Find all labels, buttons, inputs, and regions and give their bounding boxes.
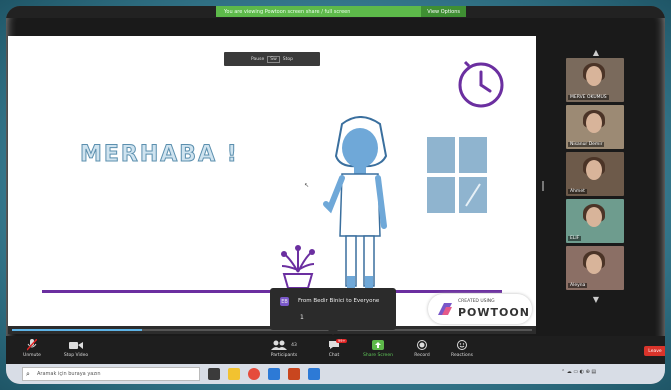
task-view-icon[interactable]: [208, 368, 220, 380]
participants-count: 43: [291, 342, 297, 348]
participant-face: [586, 66, 602, 86]
participants-label: Participants: [270, 353, 298, 358]
plant-pot-illustration: [281, 245, 315, 289]
participant-tiles: MERVE OKUMUS Nisanur Demir Ahmet ELIF Aleyna: [566, 58, 626, 290]
leave-button[interactable]: Leave: [644, 346, 665, 356]
participant-name: Ahmet: [568, 189, 587, 194]
unmute-button[interactable]: Unmute: [12, 339, 52, 358]
reactions-button[interactable]: Reactions: [442, 339, 482, 358]
search-icon: ⌕: [26, 370, 30, 378]
participant-face: [586, 160, 602, 180]
chat-bubble-icon: 99+: [314, 339, 354, 351]
powtoon-badge[interactable]: CREATED USING POWTOON: [428, 294, 532, 324]
top-bar: You are viewing Powtoon screen share / f…: [6, 6, 665, 18]
reactions-smiley-icon: [442, 339, 482, 351]
participant-tile[interactable]: Aleyna: [566, 246, 624, 290]
chat-notification[interactable]: EB From Bedir Binici to Everyone 1: [270, 288, 396, 335]
taskbar-search-input[interactable]: ⌕ Aramak için buraya yazın: [22, 367, 200, 381]
gallery-down-arrow-icon[interactable]: ▼: [566, 293, 626, 305]
reactions-label: Reactions: [451, 353, 473, 358]
video-camera-icon: [56, 339, 96, 351]
progress-fill: [12, 329, 142, 331]
participant-face: [586, 254, 602, 274]
share-banner-text: You are viewing Powtoon screen share / f…: [224, 8, 351, 15]
participant-name: ELIF: [568, 236, 582, 241]
participants-icon: 43: [264, 339, 304, 351]
teacher-character: [323, 116, 388, 290]
participant-tile[interactable]: Nisanur Demir: [566, 105, 624, 149]
participant-name: MERVE OKUMUS: [568, 95, 609, 100]
chat-message: 1: [300, 314, 304, 321]
participant-name: Aleyna: [568, 283, 588, 288]
participant-face: [586, 113, 602, 133]
pause-box-label[interactable]: Sw: [267, 55, 280, 63]
chat-sender: From Bedir Binici to Everyone: [298, 298, 380, 304]
zoom-window: You are viewing Powtoon screen share / f…: [6, 6, 665, 384]
share-screen-button[interactable]: Share Screen: [358, 339, 398, 358]
stop-video-label: Stop Video: [63, 353, 89, 358]
share-screen-icon: [358, 339, 398, 351]
split-view-handle[interactable]: [542, 181, 544, 191]
unmute-label: Unmute: [23, 353, 41, 358]
participants-button[interactable]: 43 Participants: [264, 339, 304, 358]
chat-button[interactable]: 99+ Chat: [314, 339, 354, 358]
stop-label[interactable]: Stop: [283, 57, 293, 62]
search-placeholder: Aramak için buraya yazın: [37, 371, 101, 377]
zoom-app-icon[interactable]: [268, 368, 280, 380]
windows-taskbar: ⌕ Aramak için buraya yazın ⌃ ☁ ▭ ◐ ⊕ ▤: [6, 364, 665, 384]
pause-share-control[interactable]: Pause Sw Stop: [224, 52, 320, 66]
participant-tile[interactable]: MERVE OKUMUS: [566, 58, 624, 102]
participant-face: [586, 207, 602, 227]
pause-label[interactable]: Pause: [251, 57, 264, 62]
window-illustration: [427, 137, 487, 213]
participant-tile[interactable]: Ahmet: [566, 152, 624, 196]
gallery-up-arrow-icon[interactable]: ▲: [566, 46, 626, 58]
chat-unread-badge: 99+: [336, 339, 348, 343]
screen-share-banner: You are viewing Powtoon screen share / f…: [216, 6, 466, 17]
chat-label: Chat: [328, 353, 340, 358]
share-screen-label: Share Screen: [363, 353, 393, 358]
record-button[interactable]: Record: [402, 339, 442, 358]
record-icon: [402, 339, 442, 351]
mouse-cursor-icon: ↖: [304, 182, 310, 189]
participant-tile[interactable]: ELIF: [566, 199, 624, 243]
microphone-muted-icon: [12, 339, 52, 351]
file-explorer-icon[interactable]: [228, 368, 240, 380]
stop-video-button[interactable]: Stop Video: [56, 339, 96, 358]
participant-gallery: ▲ MERVE OKUMUS Nisanur Demir Ahmet ELIF Aley…: [566, 46, 626, 305]
clock-icon: [458, 60, 504, 108]
meeting-toolbar: Unmute Stop Video 43 Participants 99+ Ch…: [6, 336, 665, 364]
chat-avatar: EB: [280, 297, 289, 306]
system-tray[interactable]: ⌃ ☁ ▭ ◐ ⊕ ▤: [561, 369, 596, 375]
zoom-meeting-icon[interactable]: [308, 368, 320, 380]
greeting-text: MERHABA !: [80, 142, 239, 168]
chrome-icon[interactable]: [248, 368, 260, 380]
powtoon-caption: CREATED USING: [458, 299, 495, 304]
participant-name: Nisanur Demir: [568, 142, 605, 147]
view-options-button[interactable]: View Options: [421, 6, 466, 17]
powtoon-logo-icon: [438, 303, 452, 315]
powerpoint-icon[interactable]: [288, 368, 300, 380]
powtoon-wordmark: POWTOON: [458, 306, 530, 319]
record-label: Record: [414, 353, 430, 358]
